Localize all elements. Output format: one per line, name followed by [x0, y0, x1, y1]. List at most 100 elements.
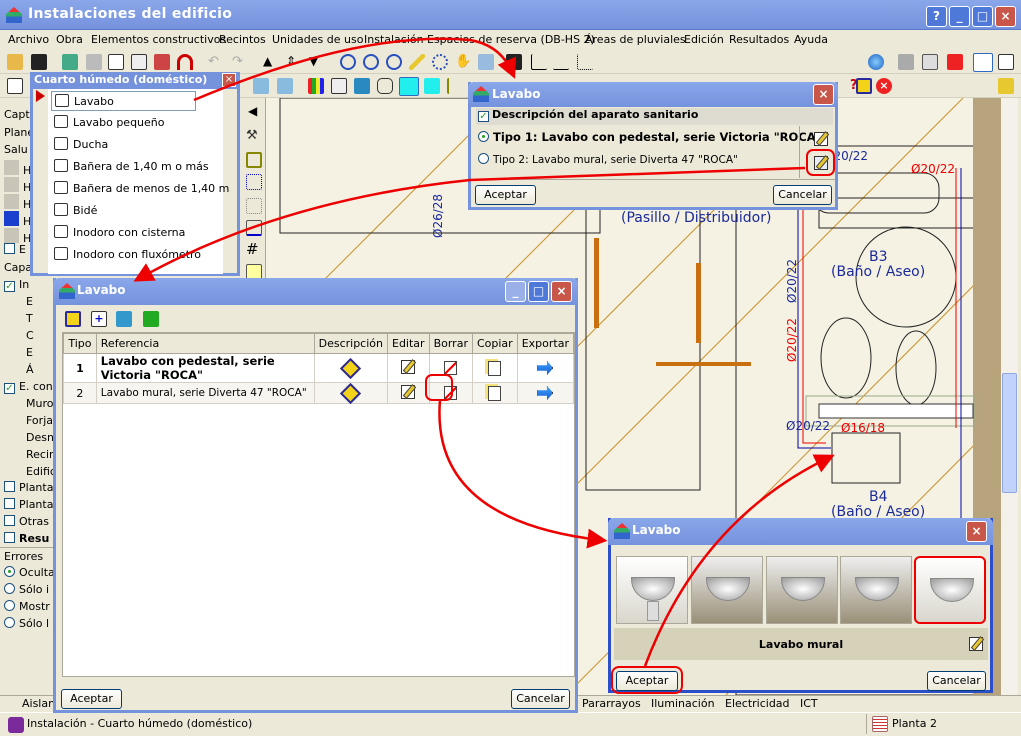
dialog-close-button[interactable]: ×	[551, 281, 572, 302]
cylinder-icon[interactable]	[377, 78, 393, 94]
layer-checkbox[interactable]: ✓	[4, 281, 15, 292]
type-option-1[interactable]: Tipo 1: Lavabo con pedestal, serie Victo…	[478, 130, 822, 144]
zoom-all-icon[interactable]	[363, 54, 379, 70]
pan-hand-icon[interactable]: ✋	[455, 54, 471, 70]
hammer-icon[interactable]: ⚒	[246, 128, 262, 144]
undo-icon[interactable]: ↶	[208, 54, 224, 70]
import-icon[interactable]	[116, 311, 132, 327]
colors-icon[interactable]	[308, 78, 324, 94]
floor-up-icon[interactable]: ▲	[263, 54, 279, 70]
plotter-icon[interactable]	[922, 54, 938, 70]
col-editar[interactable]: Editar	[387, 333, 430, 354]
axes-icon[interactable]	[531, 54, 547, 70]
fixture-item[interactable]: Lavabo pequeño	[51, 113, 221, 133]
maximize-button[interactable]: □	[972, 6, 993, 27]
layer-row[interactable]: Otras	[4, 515, 49, 531]
terrain-icon[interactable]	[354, 78, 370, 94]
menu-instalacion[interactable]: Instalación	[364, 33, 424, 46]
error-option[interactable]: Mostr	[4, 600, 50, 616]
fixture-item[interactable]: Ducha	[51, 135, 221, 155]
col-borrar[interactable]: Borrar	[428, 333, 473, 354]
layers-icon[interactable]	[331, 78, 347, 94]
layer-row[interactable]: E	[26, 295, 33, 311]
type-option-2[interactable]: Tipo 2: Lavabo mural, serie Diverta 47 "…	[478, 153, 738, 166]
redraw-icon[interactable]	[478, 54, 494, 70]
rectangle-icon[interactable]	[246, 152, 262, 168]
layer-row[interactable]: Recin	[26, 448, 56, 464]
copy-icon[interactable]	[488, 385, 502, 401]
close-button[interactable]: ×	[995, 6, 1016, 27]
layer-row[interactable]: E	[26, 346, 33, 362]
layer-row[interactable]: H	[4, 194, 31, 211]
layer-checkbox[interactable]	[4, 243, 15, 254]
layer-row[interactable]: Capt	[4, 108, 30, 124]
layer-row[interactable]: H	[4, 228, 31, 245]
list-icon[interactable]	[7, 78, 23, 94]
model-thumbnail[interactable]	[691, 556, 763, 624]
vertical-scrollbar[interactable]	[1001, 98, 1018, 695]
error-option[interactable]: Sólo l	[4, 617, 49, 633]
popup-close-icon[interactable]: ×	[222, 73, 236, 87]
layer-row[interactable]: T	[26, 312, 33, 328]
new-type-icon[interactable]: +	[91, 311, 107, 327]
zoom-x2-icon[interactable]	[386, 54, 402, 70]
export-icon[interactable]	[537, 386, 554, 400]
layout-icon[interactable]	[973, 53, 993, 72]
menu-resultados[interactable]: Resultados	[729, 33, 789, 46]
binoculars-icon[interactable]	[506, 54, 522, 70]
edit-icon[interactable]	[401, 359, 416, 374]
menu-elementos[interactable]: Elementos constructivos	[91, 33, 226, 46]
fixture-item[interactable]: Inodoro con fluxómetro	[51, 245, 221, 265]
layer-checkbox[interactable]: ✓	[4, 383, 15, 394]
layer-row[interactable]: Planta	[4, 498, 53, 514]
layer-row[interactable]: H	[4, 211, 31, 228]
layer-row[interactable]: ✓ E. con	[4, 380, 53, 396]
model-thumbnail[interactable]	[616, 556, 688, 624]
cancel-button[interactable]: Cancelar	[773, 185, 832, 205]
model-thumbnail[interactable]	[840, 556, 912, 624]
layer-checkbox[interactable]	[4, 515, 15, 526]
cancel-button[interactable]: Cancelar	[511, 689, 570, 709]
print-icon[interactable]	[898, 54, 914, 70]
description-checkbox[interactable]: ✓	[478, 111, 489, 122]
collapse-arrow-icon[interactable]: ◀	[248, 104, 257, 118]
export-save-icon[interactable]	[947, 54, 963, 70]
minimize-button[interactable]: _	[505, 281, 526, 302]
fixture-item[interactable]: Bidé	[51, 201, 221, 221]
tab-electricidad[interactable]: Electricidad	[725, 697, 790, 710]
floor-label[interactable]: Planta 2	[892, 717, 937, 730]
col-tipo[interactable]: Tipo	[63, 333, 97, 354]
menu-edicion[interactable]: Edición	[684, 33, 724, 46]
error-option[interactable]: Oculta	[4, 566, 55, 582]
col-descripcion[interactable]: Descripción	[313, 333, 389, 354]
measure-icon[interactable]	[577, 54, 593, 70]
edit-icon[interactable]	[401, 384, 416, 399]
dxf-icon[interactable]	[131, 54, 147, 70]
table-row[interactable]: 1 Lavabo con pedestal, serie Victoria "R…	[63, 353, 575, 383]
layer-row[interactable]: Salu	[4, 143, 28, 159]
add-fixture2-icon[interactable]	[277, 78, 293, 94]
panel-icon[interactable]	[998, 54, 1014, 70]
delete-icon[interactable]	[444, 361, 458, 375]
tab-iluminacion[interactable]: Iluminación	[651, 697, 715, 710]
layer-checkbox[interactable]	[4, 532, 15, 543]
magnet-icon[interactable]	[177, 54, 193, 70]
export-icon[interactable]	[537, 361, 554, 375]
fixture-item[interactable]: Lavabo	[51, 91, 196, 111]
fixture-item[interactable]: Bañera de 1,40 m o más	[51, 157, 221, 177]
layer-row[interactable]: Á	[26, 363, 34, 379]
description-icon[interactable]	[340, 357, 362, 379]
col-referencia[interactable]: Referencia	[95, 333, 315, 354]
redo-icon[interactable]: ↷	[232, 54, 248, 70]
fixture-item[interactable]: Bañera de menos de 1,40 m	[51, 179, 229, 199]
floor-select-icon[interactable]: ⇕	[286, 54, 302, 70]
cancel-icon[interactable]: ×	[876, 78, 892, 94]
menu-archivo[interactable]: Archivo	[8, 33, 49, 46]
zoom-window-icon[interactable]	[340, 54, 356, 70]
menu-obra[interactable]: Obra	[56, 33, 83, 46]
price-icon[interactable]	[65, 311, 81, 327]
cancel-button[interactable]: Cancelar	[927, 671, 986, 691]
dxf-import-icon[interactable]	[154, 54, 170, 70]
tool-icon[interactable]	[62, 54, 78, 70]
col-copiar[interactable]: Copiar	[471, 333, 518, 354]
